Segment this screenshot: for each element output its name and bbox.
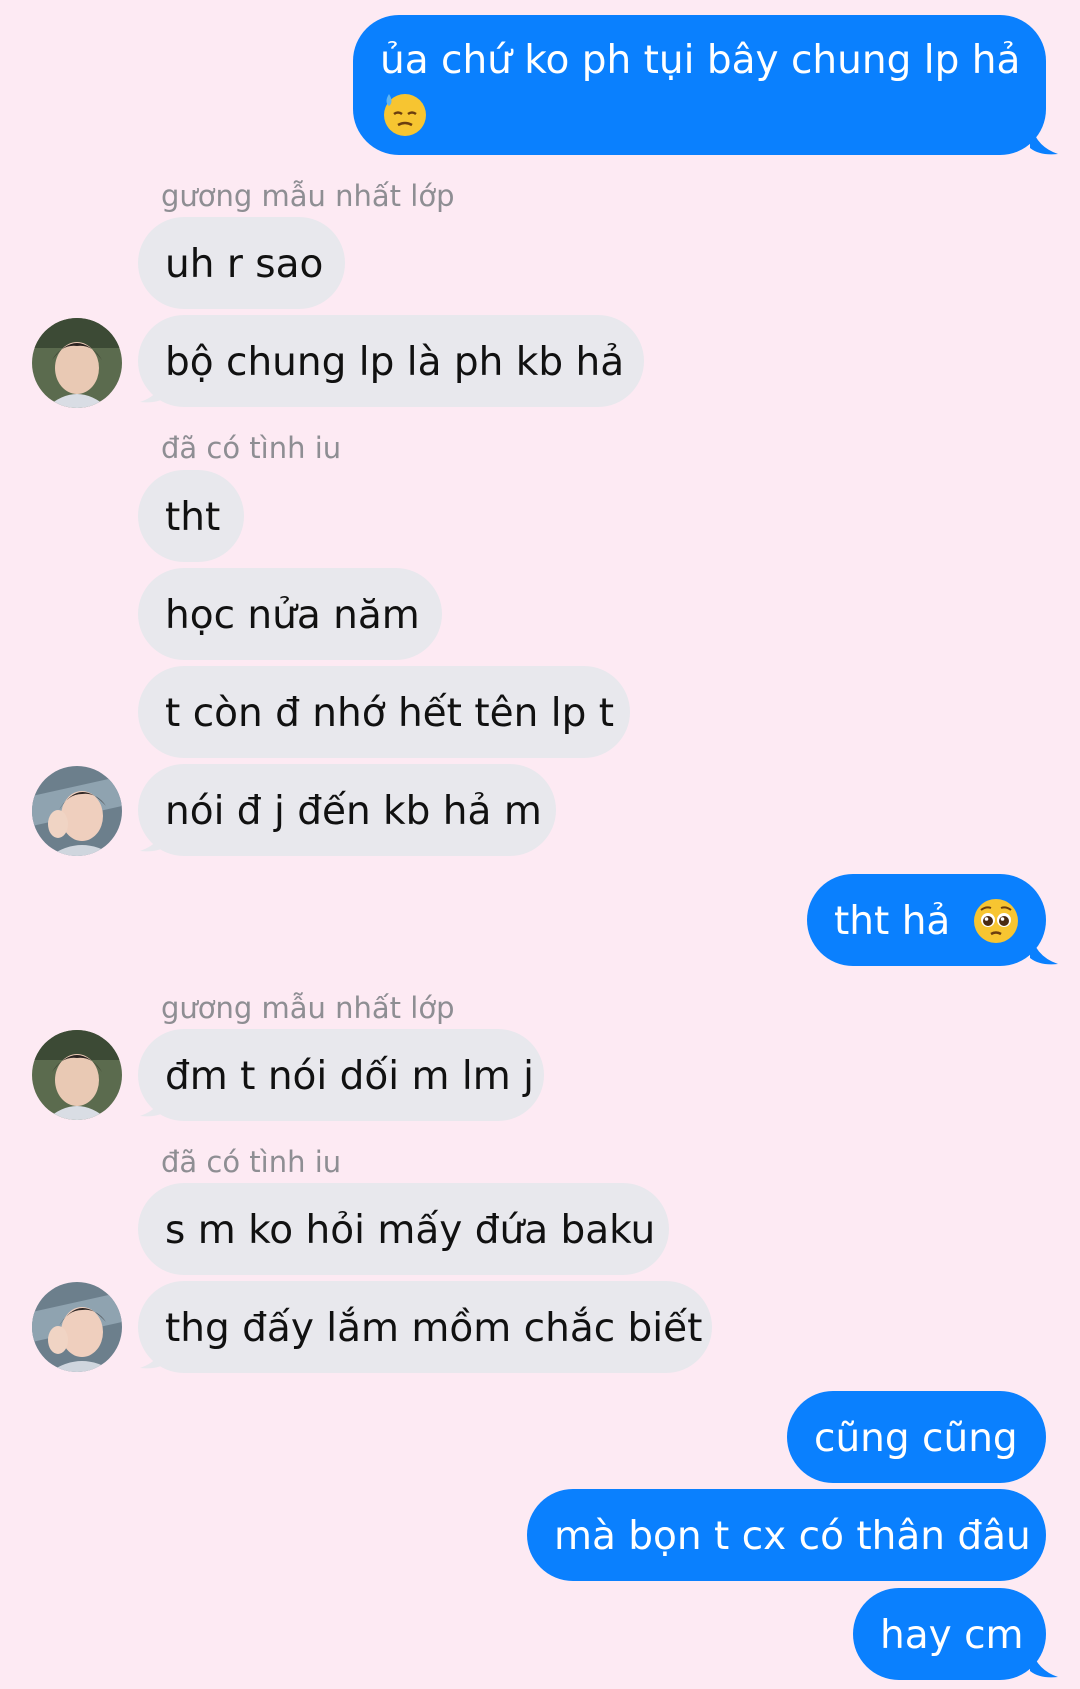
message-text: thg đấy lắm mồm chắc biết	[165, 1306, 703, 1351]
message-text: mà bọn t cx có thân đâu	[554, 1514, 1031, 1559]
received-message[interactable]: đm t nói dối m lm j	[138, 1029, 544, 1121]
bubble-tail	[1030, 930, 1058, 965]
sent-message[interactable]: ủa chứ ko ph tụi bây chung lp hả	[353, 15, 1046, 155]
received-message[interactable]: nói đ j đến kb hả m	[138, 764, 556, 856]
bubble-tail	[140, 368, 168, 403]
sender-name: gương mẫu nhất lớp	[161, 991, 455, 1025]
message-text: học nửa năm	[165, 593, 420, 638]
bubble-tail	[140, 1334, 168, 1369]
received-message[interactable]: uh r sao	[138, 217, 345, 309]
sent-message[interactable]: hay cm	[853, 1588, 1046, 1680]
message-text: uh r sao	[165, 242, 324, 287]
received-message[interactable]: t còn đ nhớ hết tên lp t	[138, 666, 630, 758]
bubble-tail	[1030, 1643, 1058, 1678]
sender-name: đã có tình iu	[161, 1145, 342, 1179]
profile-photo-icon	[32, 766, 122, 856]
message-text: đm t nói dối m lm j	[165, 1054, 534, 1099]
received-message[interactable]: tht	[138, 470, 244, 562]
sent-message[interactable]: cũng cũng	[787, 1391, 1046, 1483]
message-thread: ủa chứ ko ph tụi bây chung lp hả gương m…	[0, 0, 1080, 1689]
avatar[interactable]	[32, 318, 122, 408]
message-text: t còn đ nhớ hết tên lp t	[165, 691, 615, 736]
profile-photo-icon	[32, 1282, 122, 1372]
avatar[interactable]	[32, 1030, 122, 1120]
avatar[interactable]	[32, 766, 122, 856]
sender-name: đã có tình iu	[161, 431, 342, 465]
sent-message[interactable]: tht hả	[807, 874, 1046, 966]
downcast-face-with-sweat-emoji	[384, 93, 426, 136]
pleading-face-emoji	[973, 898, 1018, 943]
message-text: tht	[165, 495, 221, 540]
message-text: cũng cũng	[814, 1416, 1018, 1461]
bubble-tail	[140, 1082, 168, 1117]
avatar[interactable]	[32, 1282, 122, 1372]
sender-name: gương mẫu nhất lớp	[161, 179, 455, 213]
profile-photo-icon	[32, 318, 122, 408]
received-message[interactable]: học nửa năm	[138, 568, 442, 660]
message-text: nói đ j đến kb hả m	[165, 789, 542, 834]
bubble-tail	[1030, 120, 1058, 155]
sent-message[interactable]: mà bọn t cx có thân đâu	[527, 1489, 1046, 1581]
message-text: ủa chứ ko ph tụi bây chung lp hả	[380, 38, 1021, 83]
message-text: hay cm	[880, 1613, 1024, 1658]
message-text: s m ko hỏi mấy đứa baku	[165, 1208, 656, 1253]
received-message[interactable]: thg đấy lắm mồm chắc biết	[138, 1281, 712, 1373]
received-message[interactable]: s m ko hỏi mấy đứa baku	[138, 1183, 669, 1275]
message-text: bộ chung lp là ph kb hả	[165, 340, 625, 385]
received-message[interactable]: bộ chung lp là ph kb hả	[138, 315, 644, 407]
bubble-tail	[140, 817, 168, 852]
profile-photo-icon	[32, 1030, 122, 1120]
message-text: tht hả	[834, 899, 951, 944]
